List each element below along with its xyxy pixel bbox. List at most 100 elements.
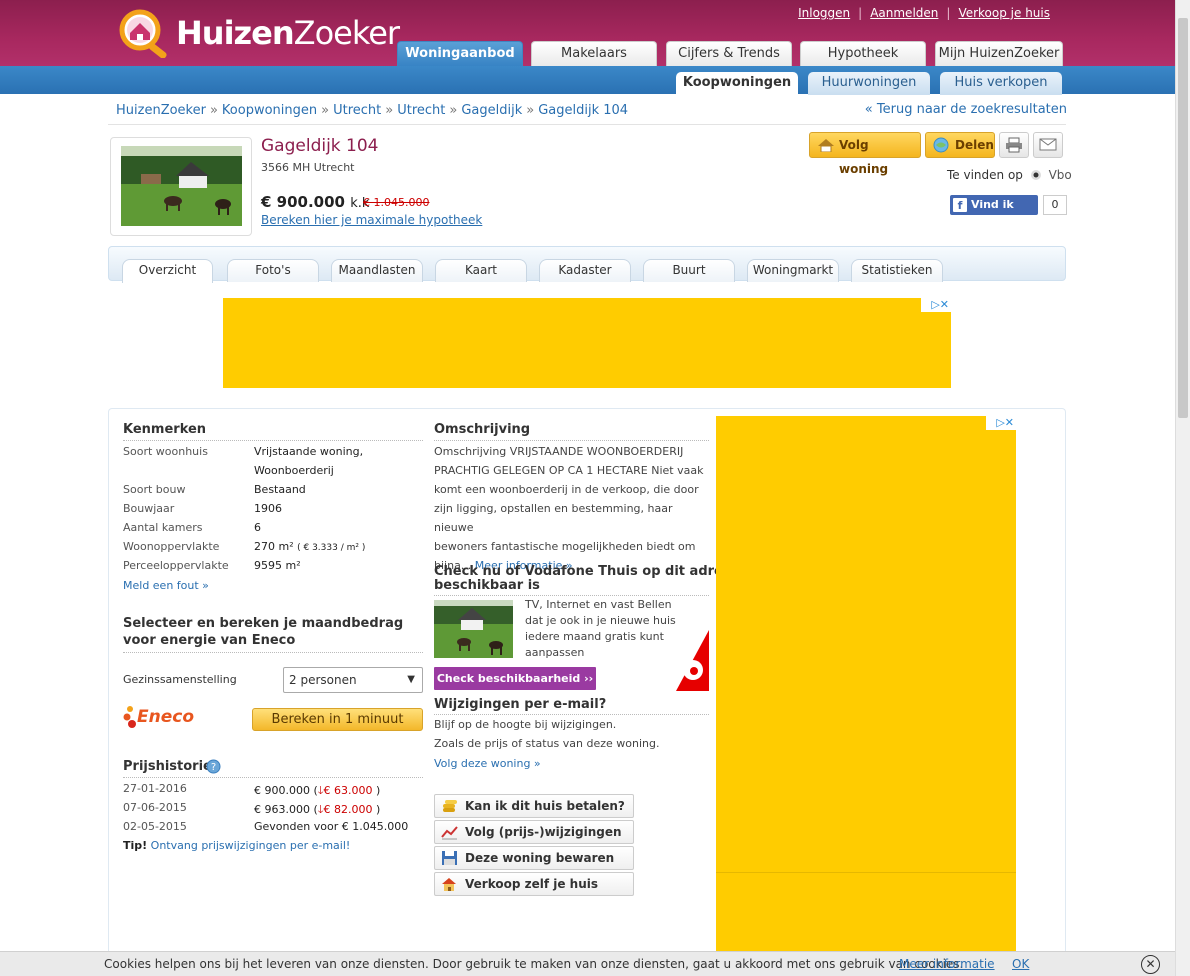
follow-price-changes-button[interactable]: Volg (prijs-)wijzigingen [434, 820, 634, 844]
tab-kaart[interactable]: Kaart [435, 259, 527, 282]
tab-hypotheek[interactable]: Hypotheek [800, 41, 926, 67]
feature-label: Soort woonhuis [123, 445, 208, 458]
report-error-link[interactable]: Meld een fout » [123, 579, 209, 592]
vodafone-logo-icon [676, 630, 709, 691]
history-value: € 963.000 (🡓€ 82.000 ) [254, 801, 380, 820]
tab-mijn-huizenzoeker[interactable]: Mijn HuizenZoeker [935, 41, 1063, 67]
can-i-afford-button[interactable]: Kan ik dit huis betalen? [434, 794, 634, 818]
cookie-ok-link[interactable]: OK [1012, 952, 1029, 976]
eneco-dots-icon [123, 706, 136, 728]
share-button[interactable]: Delen [925, 132, 995, 158]
scrollbar-thumb[interactable] [1178, 18, 1188, 418]
tip-row: Tip! Ontvang prijswijzigingen per e-mail… [123, 839, 350, 852]
magnifier-house-icon [119, 9, 167, 58]
history-close-paren: ) [376, 784, 381, 797]
login-link[interactable]: Inloggen [798, 6, 850, 20]
listing-title: Gageldijk 104 [261, 136, 379, 156]
floppy-disk-icon [442, 851, 457, 865]
tab-woningmarkt[interactable]: Woningmarkt [747, 259, 839, 282]
detail-tabbar: Overzicht Foto's Maandlasten Kaart Kadas… [108, 246, 1066, 283]
household-select-value: 2 personen [289, 673, 357, 687]
cookie-more-info-link[interactable]: Meer informatie [899, 952, 995, 976]
divider [108, 124, 1066, 125]
save-house-button[interactable]: Deze woning bewaren [434, 846, 634, 870]
close-icon[interactable]: ✕ [1141, 955, 1160, 974]
breadcrumb-separator: » [526, 103, 535, 118]
breadcrumb-street[interactable]: Gageldijk [461, 103, 522, 118]
description-line: zijn ligging, opstallen en bestemming, h… [434, 502, 673, 534]
share-globe-icon [933, 137, 949, 153]
tab-woningaanbod[interactable]: Woningaanbod [397, 41, 523, 67]
subtab-koopwoningen[interactable]: Koopwoningen [676, 72, 798, 95]
facebook-like-count: 0 [1043, 195, 1067, 215]
breadcrumb-home[interactable]: HuizenZoeker [116, 103, 206, 118]
history-date: 07-06-2015 [123, 801, 187, 814]
sell-yourself-button[interactable]: Verkoop zelf je huis [434, 872, 634, 896]
adchoices-icon[interactable]: ▷✕ [986, 416, 1016, 430]
energy-title-line2: voor energie van Eneco [123, 633, 296, 648]
subtab-huis-verkopen[interactable]: Huis verkopen [940, 72, 1062, 95]
history-close-paren: ) [376, 803, 381, 816]
feature-value: Vrijstaande woning, [254, 445, 364, 458]
breadcrumb-separator: » [385, 103, 394, 118]
price-alert-link[interactable]: Ontvang prijswijzigingen per e-mail! [151, 839, 351, 852]
vodafone-house-photo [434, 600, 513, 658]
check-availability-button[interactable]: Check beschikbaarheid ›› [434, 667, 596, 690]
energy-title-line1: Selecteer en bereken je maandbedrag [123, 616, 404, 631]
kenmerken-title: Kenmerken [123, 422, 207, 437]
eneco-brand-text: Eneco [137, 707, 195, 727]
tab-fotos[interactable]: Foto's [227, 259, 319, 282]
help-icon[interactable]: ? [206, 759, 221, 774]
tab-maandlasten[interactable]: Maandlasten [331, 259, 423, 282]
top-link-separator: | [946, 6, 951, 20]
tab-makelaars[interactable]: Makelaars [531, 41, 657, 67]
listing-price: € 900.000 k.k [261, 193, 369, 211]
vodafone-line: TV, Internet en vast Bellen [525, 598, 672, 611]
sell-house-link[interactable]: Verkoop je huis [958, 6, 1050, 20]
breadcrumb-koopwoningen[interactable]: Koopwoningen [222, 103, 317, 118]
max-mortgage-link[interactable]: Bereken hier je maximale hypotheek [261, 213, 482, 227]
household-select[interactable]: 2 personen ▼ [283, 667, 423, 693]
feature-value: 270 m² ( € 3.333 / m² ) [254, 540, 365, 553]
house-icon [818, 139, 834, 152]
tab-buurt[interactable]: Buurt [643, 259, 735, 282]
follow-this-house-link[interactable]: Volg deze woning » [434, 757, 541, 770]
print-button[interactable] [999, 132, 1029, 158]
tab-overzicht[interactable]: Overzicht [122, 259, 213, 283]
back-to-results-link[interactable]: « Terug naar de zoekresultaten [865, 102, 1067, 117]
tab-cijfers-trends[interactable]: Cijfers & Trends [666, 41, 792, 67]
logo-text-light: Zoeker [293, 14, 400, 52]
breadcrumb-separator: » [321, 103, 330, 118]
advertisement-skyscraper[interactable]: ▷✕ [716, 416, 1016, 976]
feature-label: Woonoppervlakte [123, 540, 220, 553]
calculate-energy-button[interactable]: Bereken in 1 minuut [252, 708, 423, 731]
breadcrumb-city[interactable]: Utrecht [397, 103, 445, 118]
ad-divider [716, 872, 1016, 873]
breadcrumb-province[interactable]: Utrecht [333, 103, 381, 118]
site-logo[interactable]: HuizenZoeker [114, 6, 400, 58]
house-sale-icon [442, 878, 456, 891]
email-changes-line: Zoals de prijs of status van deze woning… [434, 737, 660, 750]
listing-photo-frame[interactable] [110, 137, 252, 236]
tab-statistieken[interactable]: Statistieken [851, 259, 943, 282]
history-value: Gevonden voor € 1.045.000 [254, 820, 409, 833]
facebook-like-button[interactable]: f Vind ik leuk [950, 195, 1038, 231]
history-value: € 900.000 (🡓€ 63.000 ) [254, 782, 380, 801]
vodafone-text: TV, Internet en vast Bellen dat je ook i… [525, 597, 676, 661]
tab-kadaster[interactable]: Kadaster [539, 259, 631, 282]
scrollbar[interactable] [1175, 0, 1190, 976]
listing-old-price: € 1.045.000 [363, 196, 430, 209]
save-house-label: Deze woning bewaren [465, 851, 615, 865]
email-button[interactable] [1033, 132, 1063, 158]
facebook-icon: f [953, 198, 967, 212]
vodafone-title-line1: Check nu of Vodafone Thuis op dit adres [434, 564, 731, 579]
subtab-huurwoningen[interactable]: Huurwoningen [808, 72, 930, 95]
sell-yourself-label: Verkoop zelf je huis [465, 877, 599, 891]
breadcrumb-address[interactable]: Gageldijk 104 [538, 103, 628, 118]
register-link[interactable]: Aanmelden [870, 6, 938, 20]
source-name[interactable]: Vbo [1049, 168, 1072, 182]
follow-house-button[interactable]: Volg woning [809, 132, 921, 176]
history-date: 02-05-2015 [123, 820, 187, 833]
adchoices-icon[interactable]: ▷✕ [921, 298, 951, 312]
advertisement-banner[interactable]: ▷✕ [223, 298, 951, 388]
